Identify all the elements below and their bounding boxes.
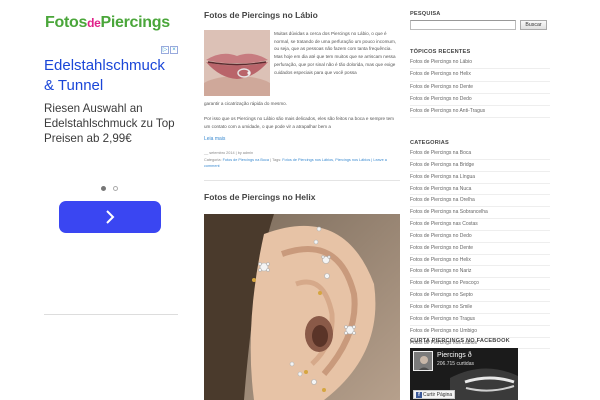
search-input[interactable] <box>410 20 516 30</box>
ad-info-icon[interactable]: ▷ <box>161 46 169 54</box>
post-excerpt: Muitas dúvidas a cerca dos Piercings no … <box>274 31 397 75</box>
facebook-page-name[interactable]: Piercings ð <box>437 352 472 359</box>
category-link[interactable]: Fotos de Piercings no Helix <box>410 255 550 267</box>
category-link[interactable]: Fotos de Piercings na Língua <box>410 172 550 184</box>
category-link[interactable]: Fotos de Piercings na Sobrancelha <box>410 207 550 220</box>
ad-description: Riesen Auswahl an Edelstahlschmuck zu To… <box>44 102 175 145</box>
categories-heading: CATEGORIAS <box>410 140 449 146</box>
logo-word-piercings: Piercings <box>100 14 170 31</box>
category-link[interactable]: Fotos de Piercings no Pescoço <box>410 278 550 291</box>
facebook-profile-picture[interactable] <box>413 351 433 371</box>
read-more-link[interactable]: Leia mais <box>204 136 225 142</box>
ad-carousel-dots <box>101 186 118 191</box>
logo-word-fotos: Fotos <box>45 14 88 31</box>
search-button[interactable]: Buscar <box>520 20 547 30</box>
post-thumbnail-lip-piercing[interactable] <box>204 30 270 96</box>
recent-post-link[interactable]: Fotos de Piercings no Helix <box>410 69 550 82</box>
category-link[interactable]: Fotos de Piercings no Septo <box>410 290 550 302</box>
facebook-icon: f <box>416 391 422 398</box>
ad-choices-badge[interactable]: ▷ × <box>161 46 178 54</box>
ad-close-icon[interactable]: × <box>170 46 178 54</box>
divider <box>44 314 178 315</box>
category-link[interactable]: Fotos de Piercings no Dedo <box>410 231 550 243</box>
divider <box>204 180 400 181</box>
post-excerpt-continued: garantir a cicatrização rápida do mesmo. <box>204 101 287 106</box>
post-title-link[interactable]: Fotos de Piercings no Lábio <box>204 10 318 20</box>
post-image-helix-piercing[interactable] <box>204 214 400 400</box>
category-link[interactable]: Fotos de Piercings no Dente <box>410 243 550 255</box>
facebook-heading: CURTA PIERCINGS NO FACEBOOK <box>410 338 510 344</box>
right-sidebar: PESQUISA Buscar TÓPICOS RECENTES Fotos d… <box>410 0 550 400</box>
logo-word-de: de <box>87 16 101 30</box>
category-link[interactable]: Fotos de Piercings na Orelha <box>410 195 550 208</box>
facebook-like-count: 206.715 curtidas <box>437 361 474 367</box>
recent-post-link[interactable]: Fotos de Piercings no Dente <box>410 82 550 94</box>
post-excerpt-paragraph: Por isso que os Piercings no Lábio são m… <box>204 116 394 129</box>
left-column: FotosdePiercings ▷ × Edelstahlschmuck & … <box>44 0 178 400</box>
facebook-page-widget[interactable]: Piercings ð 206.715 curtidas f Curtir Pá… <box>410 348 518 400</box>
category-link[interactable]: Fotos de Piercings na Bridge <box>410 160 550 172</box>
recent-post-link[interactable]: Fotos de Piercings no Anti-Tragus <box>410 106 550 119</box>
category-link[interactable]: Fotos de Piercings no Umbigo <box>410 326 550 338</box>
category-label: Categoria: <box>204 158 222 162</box>
main-content: Fotos de Piercings no Lábio Muitas dúvid… <box>204 0 400 400</box>
facebook-like-label: Curtir Página <box>423 391 453 398</box>
post-title-link[interactable]: Fotos de Piercings no Helix <box>204 192 315 202</box>
tags-link[interactable]: Fotos de Piercings nos Lábios, Piercings… <box>282 158 370 162</box>
chevron-right-icon <box>106 210 115 224</box>
category-link[interactable]: Fotos de Piercings no Nariz <box>410 266 550 279</box>
ad-dot-active[interactable] <box>101 186 106 191</box>
lip-piercing-image <box>204 30 270 96</box>
category-link[interactable]: Fotos de Piercings nas Costas <box>410 219 550 231</box>
recent-post-link[interactable]: Fotos de Piercings no Dedo <box>410 94 550 107</box>
ad-open-button[interactable] <box>59 201 161 233</box>
site-logo[interactable]: FotosdePiercings <box>45 14 170 32</box>
category-link[interactable]: Fotos de Piercings na Boca <box>223 158 269 162</box>
categories-list: Fotos de Piercings na Boca Fotos de Pier… <box>410 148 550 350</box>
recent-posts-list: Fotos de Piercings no Lábio Fotos de Pie… <box>410 57 550 119</box>
profile-photo-icon <box>414 352 432 370</box>
post-meta: Categoria: Fotos de Piercings na Boca | … <box>204 157 400 169</box>
recent-posts-heading: TÓPICOS RECENTES <box>410 49 471 55</box>
category-link[interactable]: Fotos de Piercings no Tragus <box>410 314 550 326</box>
ad-dot[interactable] <box>113 186 118 191</box>
recent-post-link[interactable]: Fotos de Piercings no Lábio <box>410 57 550 70</box>
ad-title-link[interactable]: Edelstahlschmuck & Tunnel <box>44 56 178 96</box>
search-heading: PESQUISA <box>410 11 441 17</box>
category-link[interactable]: Fotos de Piercings na Nuca <box>410 184 550 196</box>
category-link[interactable]: Fotos de Piercings na Boca <box>410 148 550 160</box>
post-date-author: __ setembro 2014 | by admin <box>204 151 254 155</box>
facebook-like-button[interactable]: f Curtir Página <box>413 390 455 399</box>
category-link[interactable]: Fotos de Piercings no Smile <box>410 302 550 314</box>
ear-piercing-image <box>204 214 400 400</box>
tags-label: | Tags: <box>270 158 282 162</box>
advertisement: ▷ × Edelstahlschmuck & Tunnel Riesen Aus… <box>44 46 178 233</box>
